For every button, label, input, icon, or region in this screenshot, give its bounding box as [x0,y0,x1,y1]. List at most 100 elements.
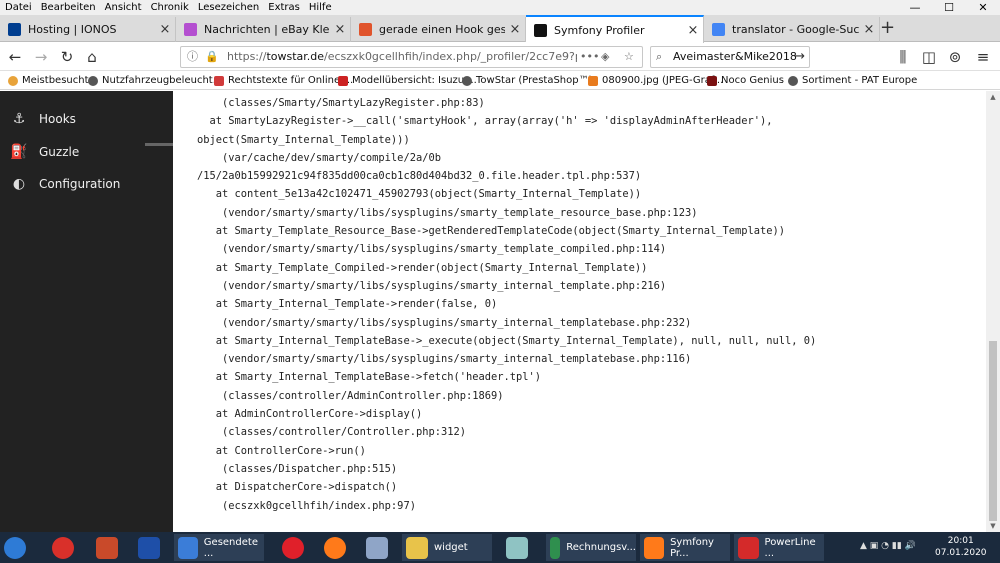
stack-trace-line: (ecszxk0gcellhfih/index.php:97) [197,499,416,512]
taskbar-app[interactable] [52,534,80,561]
bookmark-label: Noco Genius [721,75,784,86]
tab-3[interactable]: gerade einen Hook gesetzt für× [351,17,526,42]
taskbar-firefox[interactable] [324,534,352,561]
sidebar-item-label: Hooks [39,112,76,126]
taskbar-opera[interactable] [282,534,310,561]
menu-item-ansicht[interactable]: Ansicht [100,0,146,14]
start-button[interactable] [4,534,32,561]
bookmark-item[interactable]: Noco Genius [707,72,784,90]
stack-trace-line: (vendor/smarty/smarty/libs/sysplugins/sm… [197,316,692,329]
new-tab-icon[interactable]: + [880,17,895,38]
pocket-icon[interactable]: ◈ [599,47,612,67]
bookmark-label: TowStar (PrestaShop™) [476,75,593,86]
taskbar-window[interactable]: Gesendete ... [174,534,264,561]
menu-item-hilfe[interactable]: Hilfe [304,0,336,14]
tab-1[interactable]: Hosting | IONOS × [0,17,176,42]
tab-favicon-icon [359,23,372,36]
tab-2[interactable]: Nachrichten | eBay Kleinanzeig× [176,17,351,42]
sidebar-toggle-icon[interactable]: ◫ [918,47,940,67]
bookmark-item[interactable]: TowStar (PrestaShop™) [462,72,593,90]
library-icon[interactable]: ⫼ [892,47,914,67]
menu-hamburger-icon[interactable]: ≡ [972,47,994,67]
reload-icon[interactable]: ↻ [56,47,78,67]
sync-icon[interactable]: ⊚ [944,47,966,67]
menu-item-extras[interactable]: Extras [263,0,304,14]
stack-trace-line: /15/2a0b15992921c94f835dd00ca0cb1c80d404… [197,170,642,183]
close-tab-icon[interactable]: × [505,17,525,42]
bookmark-label: Sortiment - PAT Europe [802,75,918,86]
menu-item-lesezeichen[interactable]: Lesezeichen [193,0,263,14]
taskbar-window[interactable]: widget [402,534,492,561]
tab-favicon-icon [184,23,197,36]
taskbar-window[interactable]: PowerLine ... [734,534,824,561]
search-go-arrow-icon[interactable]: → [794,47,805,67]
stack-trace-line: at ControllerCore->run() [197,444,366,457]
close-tab-icon[interactable]: × [330,17,350,42]
app-icon [96,536,118,559]
app-icon [366,536,388,559]
sidebar-item-guzzle[interactable]: ⛽ Guzzle [0,137,173,167]
stack-trace-line: at Smarty_Template_Compiled->render(obje… [197,261,648,274]
bookmark-favicon-icon [588,76,598,86]
taskbar-clock[interactable]: 20:01 07.01.2020 [935,535,987,559]
scroll-down-icon[interactable]: ▼ [986,522,1000,530]
close-tab-icon[interactable]: × [859,17,879,42]
url-path: /ecszxk0gcellhfih/index.php/_profiler/2c… [324,50,606,63]
tab-title: translator - Google-Suche [732,23,859,36]
sidebar-item-configuration[interactable]: ◐ Configuration [0,169,173,199]
stack-trace-line: at Smarty_Internal_TemplateBase->fetch('… [197,371,542,384]
stack-trace-line: (vendor/smarty/smarty/libs/sysplugins/sm… [197,206,698,219]
url-bar[interactable]: ⓘ 🔒 https://towstar.de/ecszxk0gcellhfih/… [180,46,643,68]
bookmark-item[interactable]: Modellübersicht: Isuzu ... [338,72,477,90]
bookmark-item[interactable]: Meistbesucht [8,72,89,90]
bookmarks-toolbar: Meistbesucht Nutzfahrzeugbeleucht... Recht… [0,72,1000,90]
search-icon: ⌕ [656,50,663,63]
taskbar-app[interactable] [366,534,394,561]
bookmark-item[interactable]: Sortiment - PAT Europe [788,72,917,90]
search-input[interactable]: ⌕ Aveimaster&Mike2018 → [650,46,810,68]
sidebar-item-label: Configuration [39,177,121,191]
bookmark-label: Modellübersicht: Isuzu ... [352,75,477,86]
back-arrow-icon[interactable]: ← [4,47,26,67]
taskbar-window-label: widget [434,542,468,553]
stack-trace-line: (var/cache/dev/smarty/compile/2a/0b [197,151,441,164]
app-icon [52,536,74,559]
home-icon[interactable]: ⌂ [81,47,103,67]
info-icon[interactable]: ⓘ [187,47,198,67]
stack-trace-line: at content_5e13a42c102471_45902793(objec… [197,188,642,201]
window-app-icon [644,536,665,559]
taskbar-app[interactable] [138,534,166,561]
bookmark-star-icon[interactable]: ☆ [621,47,637,67]
menu-item-datei[interactable]: Datei [0,0,36,14]
scrollbar-thumb[interactable] [989,341,997,521]
close-tab-icon[interactable]: × [155,17,175,42]
tab-5[interactable]: translator - Google-Suche × [704,17,880,42]
scroll-up-icon[interactable]: ▲ [986,93,1000,101]
taskbar-app[interactable] [96,534,124,561]
bookmark-label: Nutzfahrzeugbeleucht... [102,75,223,86]
menu-item-chronik[interactable]: Chronik [146,0,193,14]
tab-4[interactable]: Symfony Profiler × [526,15,704,43]
system-tray[interactable]: ▲ ▣ ◔ ▮▮ 🔊 [860,541,916,551]
close-window-button[interactable]: ✕ [966,0,1000,15]
menu-item-bearbeiten[interactable]: Bearbeiten [36,0,100,14]
lock-icon[interactable]: 🔒 [205,47,219,67]
stack-trace-line: at Smarty_Internal_TemplateBase->_execut… [197,334,817,347]
taskbar-app[interactable] [506,534,534,561]
bookmark-item[interactable]: Rechtstexte für Online-... [214,72,353,90]
maximize-button[interactable]: ☐ [932,0,966,15]
sidebar-item-hooks[interactable]: ⚓ Hooks [0,104,173,134]
taskbar-window[interactable]: Rechnungsv... [546,534,636,561]
bookmark-label: 080900.jpg (JPEG-Graf... [602,75,724,86]
vertical-scrollbar[interactable]: ▲ ▼ [986,91,1000,532]
stack-trace-line: (vendor/smarty/smarty/libs/sysplugins/sm… [197,279,667,292]
minimize-button[interactable]: — [898,0,932,15]
bookmark-item[interactable]: 080900.jpg (JPEG-Graf... [588,72,723,90]
tab-favicon-icon [534,23,547,37]
close-tab-icon[interactable]: × [683,18,703,43]
forward-arrow-icon[interactable]: → [30,47,52,67]
tab-title: Hosting | IONOS [28,23,117,36]
stack-trace-panel: (classes/Smarty/SmartyLazyRegister.php:8… [173,91,986,532]
taskbar-window[interactable]: Symfony Pr... [640,534,730,561]
bookmark-item[interactable]: Nutzfahrzeugbeleucht... [88,72,222,90]
